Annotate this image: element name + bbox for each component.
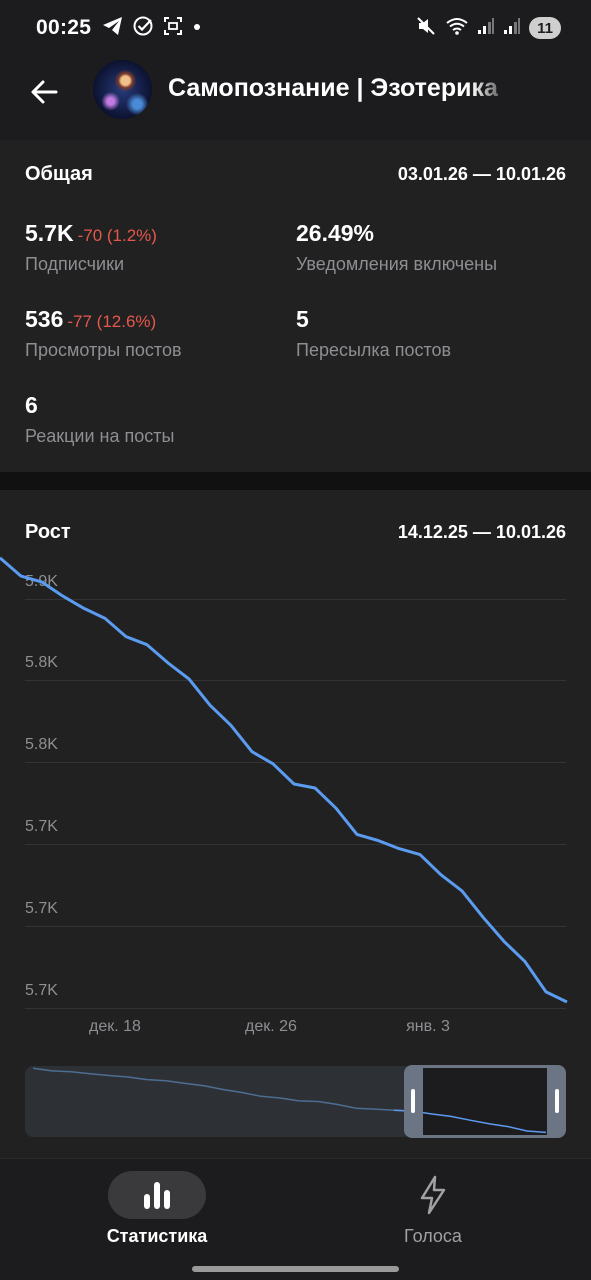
overview-title: Общая bbox=[25, 163, 93, 185]
signal-icon bbox=[477, 17, 495, 40]
nav-votes[interactable]: Голоса bbox=[333, 1171, 533, 1247]
home-indicator[interactable] bbox=[192, 1266, 399, 1272]
stat-delta: -70 (1.2%) bbox=[77, 226, 157, 245]
stat-subscribers: 5.7K -70 (1.2%) Подписчики bbox=[25, 220, 157, 275]
nav-statistics[interactable]: Статистика bbox=[57, 1171, 257, 1247]
nav-statistics-label: Статистика bbox=[106, 1226, 208, 1246]
stat-label: Реакции на посты bbox=[25, 426, 175, 446]
stat-label: Подписчики bbox=[25, 254, 125, 274]
app-bar: Самопознание | Эзотерика bbox=[0, 56, 591, 132]
status-right-icons: 11 bbox=[415, 15, 561, 41]
signal-icon-2 bbox=[503, 17, 521, 40]
stat-value: 536 bbox=[25, 306, 64, 332]
check-circle-icon bbox=[132, 15, 154, 42]
battery-badge: 11 bbox=[529, 17, 561, 39]
notification-dot-icon bbox=[192, 19, 202, 37]
navigator-left-handle[interactable] bbox=[411, 1089, 415, 1113]
stat-reactions: 6 Реакции на посты bbox=[25, 392, 174, 447]
growth-chart[interactable]: 5.9K 5.8K 5.8K 5.7K 5.7K 5.7K дек. 18 дек. 26 ян… bbox=[0, 555, 591, 1045]
stat-delta: -77 (12.6%) bbox=[67, 312, 157, 331]
stat-notifications: 26.49% Уведомления включены bbox=[296, 220, 497, 275]
status-left-icons bbox=[102, 16, 202, 40]
stat-shares: 5 Пересылка постов bbox=[296, 306, 451, 361]
nav-statistics-pill bbox=[108, 1171, 206, 1219]
stat-post-views: 536 -77 (12.6%) Просмотры постов bbox=[25, 306, 182, 361]
nav-votes-label: Голоса bbox=[404, 1226, 462, 1246]
arrow-left-icon bbox=[31, 80, 58, 104]
overview-card: Общая 03.01.26 — 10.01.26 5.7K -70 (1.2%)… bbox=[0, 140, 591, 472]
mute-icon bbox=[415, 15, 437, 42]
growth-chart-plot bbox=[0, 556, 568, 1004]
navigator-window[interactable] bbox=[404, 1065, 566, 1138]
section-divider bbox=[0, 472, 591, 490]
stat-label: Пересылка постов bbox=[296, 340, 452, 360]
growth-series-line bbox=[0, 556, 568, 1004]
overview-date-range: 03.01.26 — 10.01.26 bbox=[397, 164, 566, 184]
screenshot-icon bbox=[162, 15, 184, 42]
stat-value: 5 bbox=[296, 306, 309, 332]
bottom-nav: Статистика Голоса bbox=[0, 1158, 591, 1280]
growth-date-range: 14.12.25 — 10.01.26 bbox=[397, 522, 566, 542]
navigator-line-dim bbox=[32, 1067, 414, 1112]
status-bar: 00:25 11 bbox=[0, 0, 591, 56]
channel-avatar[interactable] bbox=[93, 60, 152, 119]
lightning-icon bbox=[420, 1175, 446, 1215]
wifi-icon bbox=[445, 16, 469, 41]
back-button[interactable] bbox=[22, 70, 66, 114]
stat-value: 26.49% bbox=[296, 220, 375, 246]
stat-value: 5.7K bbox=[25, 220, 74, 246]
stat-label: Просмотры постов bbox=[25, 340, 182, 360]
stat-value: 6 bbox=[25, 392, 38, 418]
navigator-right-handle[interactable] bbox=[555, 1089, 559, 1113]
channel-title: Самопознание | Эзотерика bbox=[168, 74, 498, 102]
bar-chart-icon bbox=[144, 1182, 170, 1209]
status-time: 00:25 bbox=[36, 16, 92, 39]
nav-votes-pill bbox=[384, 1171, 482, 1219]
growth-title: Рост bbox=[25, 521, 71, 543]
telegram-icon bbox=[102, 16, 124, 41]
stat-label: Уведомления включены bbox=[296, 254, 498, 274]
